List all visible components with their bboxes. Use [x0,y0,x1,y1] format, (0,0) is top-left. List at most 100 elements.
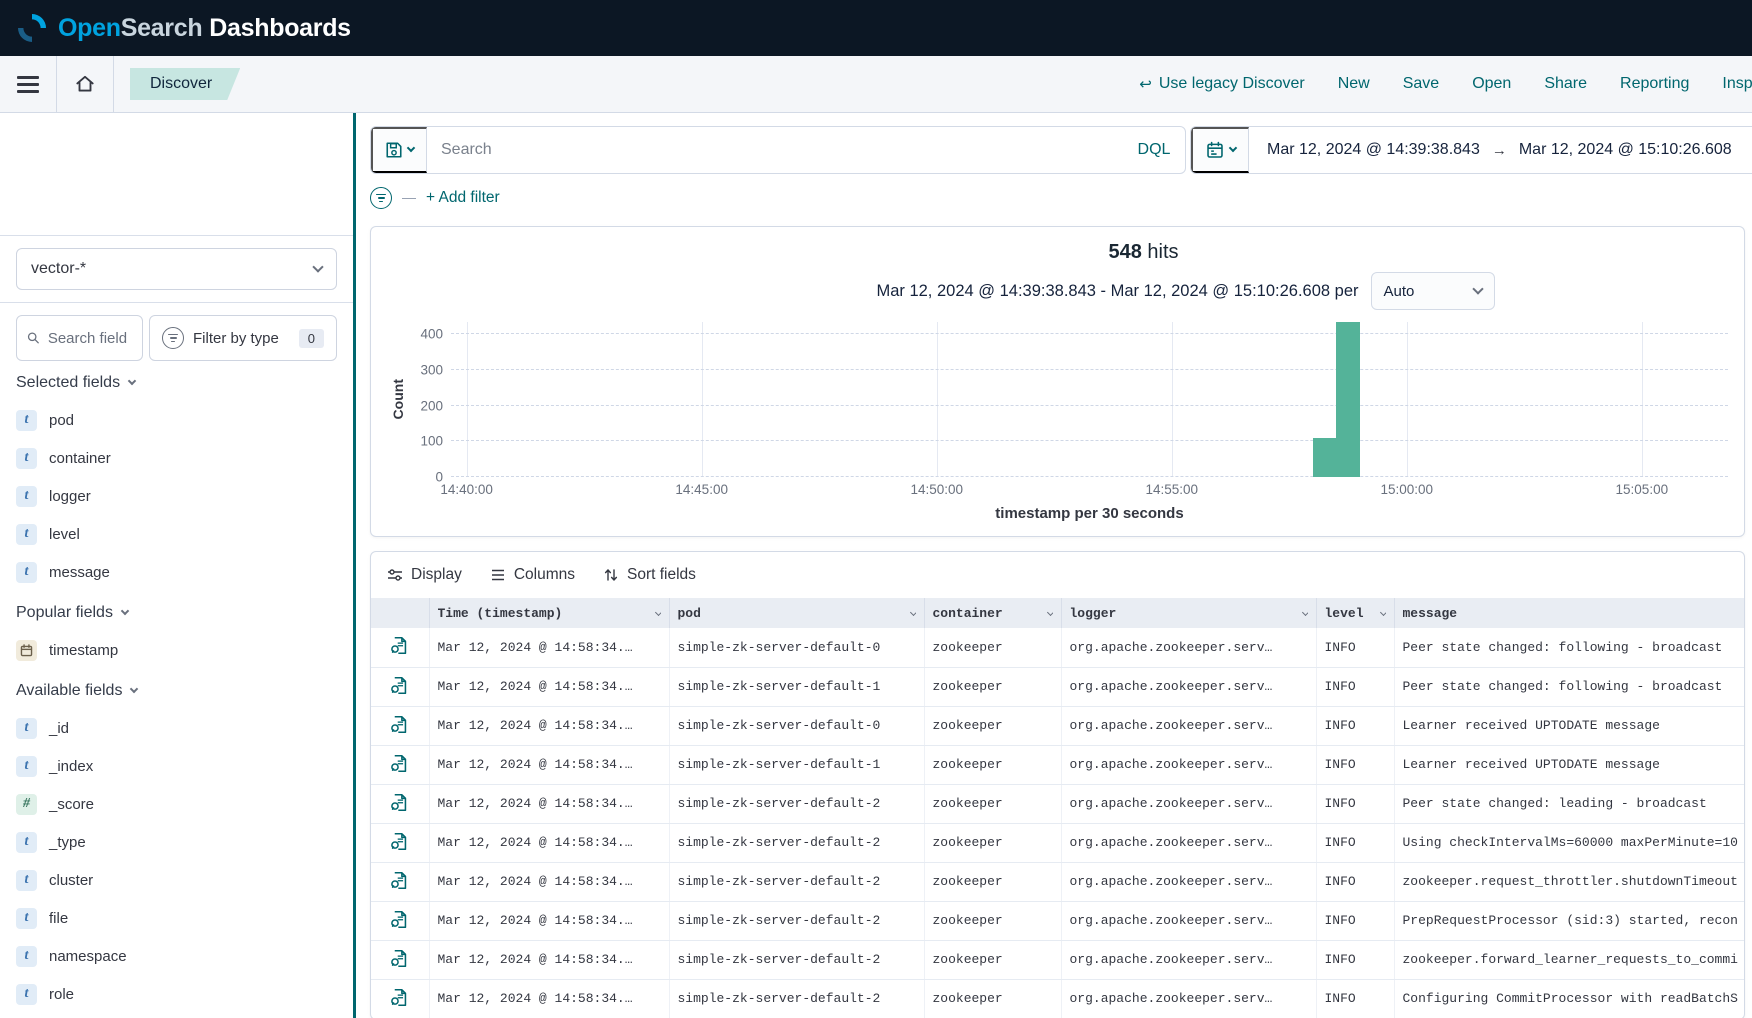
cell-logger: org.apache.zookeeper.serv… [1061,628,1316,667]
x-tick-label: 14:55:00 [1145,482,1198,497]
column-header-time[interactable]: Time (timestamp) [429,598,669,628]
expand-document-button[interactable] [384,672,415,702]
section-selected-fields[interactable]: Selected fields [16,369,337,397]
cell-level: INFO [1316,784,1394,823]
cell-pod: simple-zk-server-default-0 [669,628,924,667]
expand-document-button[interactable] [384,828,415,858]
columns-button[interactable]: Columns [490,566,575,584]
expand-document-button[interactable] [384,750,415,780]
cell-expand [371,667,429,706]
field-item[interactable]: t # cluster [0,861,353,899]
field-item[interactable]: t # level [0,515,353,553]
field-item[interactable]: t # _score [0,785,353,823]
home-button[interactable] [57,56,113,112]
expand-document-button[interactable] [384,906,415,936]
field-item[interactable]: t # _type [0,823,353,861]
saved-query-button[interactable] [371,127,427,173]
expand-document-button[interactable] [384,632,415,662]
field-item[interactable]: t # _id [0,709,353,747]
interval-select[interactable]: Auto [1371,272,1495,310]
histogram-bar[interactable] [1336,322,1360,477]
cell-pod: simple-zk-server-default-2 [669,940,924,979]
column-header-level[interactable]: level [1316,598,1394,628]
use-legacy-discover-button[interactable]: ↩Use legacy Discover [1139,75,1304,93]
table-row: Mar 12, 2024 @ 14:58:34.… simple-zk-serv… [371,628,1745,667]
inspect-document-icon [390,910,409,929]
cell-time: Mar 12, 2024 @ 14:58:34.… [429,823,669,862]
hits-label: hits [1147,241,1178,263]
field-type-badge: t # [16,410,37,431]
date-from[interactable]: Mar 12, 2024 @ 14:39:38.843 [1267,141,1480,159]
sort-fields-button[interactable]: Sort fields [603,566,696,584]
y-axis-label: Count [387,322,409,477]
cell-message: Peer state changed: following - broadcas… [1394,628,1745,667]
cell-container: zookeeper [924,901,1061,940]
date-picker-button[interactable] [1191,127,1249,173]
dql-button[interactable]: DQL [1123,127,1185,173]
cell-level: INFO [1316,628,1394,667]
cell-time: Mar 12, 2024 @ 14:58:34.… [429,940,669,979]
y-tick-label: 200 [420,398,443,413]
cell-level: INFO [1316,823,1394,862]
global-filter-icon[interactable] [370,187,392,209]
date-range[interactable]: Mar 12, 2024 @ 14:39:38.843 → Mar 12, 20… [1249,141,1750,159]
field-search-input[interactable] [48,330,132,347]
reporting-button[interactable]: Reporting [1620,75,1689,93]
expand-document-button[interactable] [384,789,415,819]
table-row: Mar 12, 2024 @ 14:58:34.… simple-zk-serv… [371,745,1745,784]
field-item[interactable]: t # logger [0,477,353,515]
cell-pod: simple-zk-server-default-2 [669,823,924,862]
field-item[interactable]: t # file [0,899,353,937]
field-item[interactable]: t # pod [0,401,353,439]
cell-message: Peer state changed: following - broadcas… [1394,667,1745,706]
save-button[interactable]: Save [1403,75,1439,93]
breadcrumb-discover[interactable]: Discover [130,68,240,100]
column-header-message[interactable]: message [1394,598,1745,628]
field-item[interactable]: t # timestamp [0,631,353,669]
open-button[interactable]: Open [1472,75,1511,93]
section-popular-fields[interactable]: Popular fields [16,599,337,627]
cell-container: zookeeper [924,823,1061,862]
menu-button[interactable] [0,56,56,112]
date-to[interactable]: Mar 12, 2024 @ 15:10:26.608 [1519,141,1732,159]
section-available-fields[interactable]: Available fields [16,677,337,705]
expand-document-button[interactable] [384,945,415,975]
field-item[interactable]: t # message [0,553,353,591]
field-name: timestamp [49,642,118,659]
inspect-button[interactable]: Inspect [1722,75,1752,93]
column-header-logger[interactable]: logger [1061,598,1316,628]
index-pattern-select[interactable]: vector-* [16,248,337,290]
filter-by-type-button[interactable]: Filter by type 0 [149,315,337,361]
share-button[interactable]: Share [1544,75,1587,93]
cell-logger: org.apache.zookeeper.serv… [1061,940,1316,979]
save-icon [385,141,403,159]
field-item[interactable]: t # role [0,975,353,1013]
inspect-document-icon [390,988,409,1007]
new-button[interactable]: New [1338,75,1370,93]
field-item[interactable]: t # _index [0,747,353,785]
cell-level: INFO [1316,979,1394,1018]
expand-document-button[interactable] [384,711,415,741]
nav-left: Discover [0,56,240,112]
add-filter-button[interactable]: + Add filter [426,189,500,207]
search-input[interactable] [427,127,1123,173]
table-header-row: Time (timestamp) pod container logger le… [371,598,1745,628]
field-item[interactable]: t # container [0,439,353,477]
column-header-container[interactable]: container [924,598,1061,628]
chevron-down-icon [128,377,136,385]
field-item[interactable]: t # namespace [0,937,353,975]
field-name: _index [49,758,93,775]
sort-icon [603,567,619,583]
filter-dash [402,198,416,199]
y-gridline [451,440,1728,441]
expand-document-button[interactable] [384,984,415,1014]
histogram-bar[interactable] [1313,438,1337,477]
available-fields-list: t # _id t # _index t # [0,709,353,1013]
top-bar: OpenSearchDashboards [0,0,1752,56]
x-gridline [467,322,468,477]
display-button[interactable]: Display [387,566,462,584]
y-gridline [451,405,1728,406]
plot-area[interactable] [451,322,1728,477]
column-header-pod[interactable]: pod [669,598,924,628]
expand-document-button[interactable] [384,867,415,897]
